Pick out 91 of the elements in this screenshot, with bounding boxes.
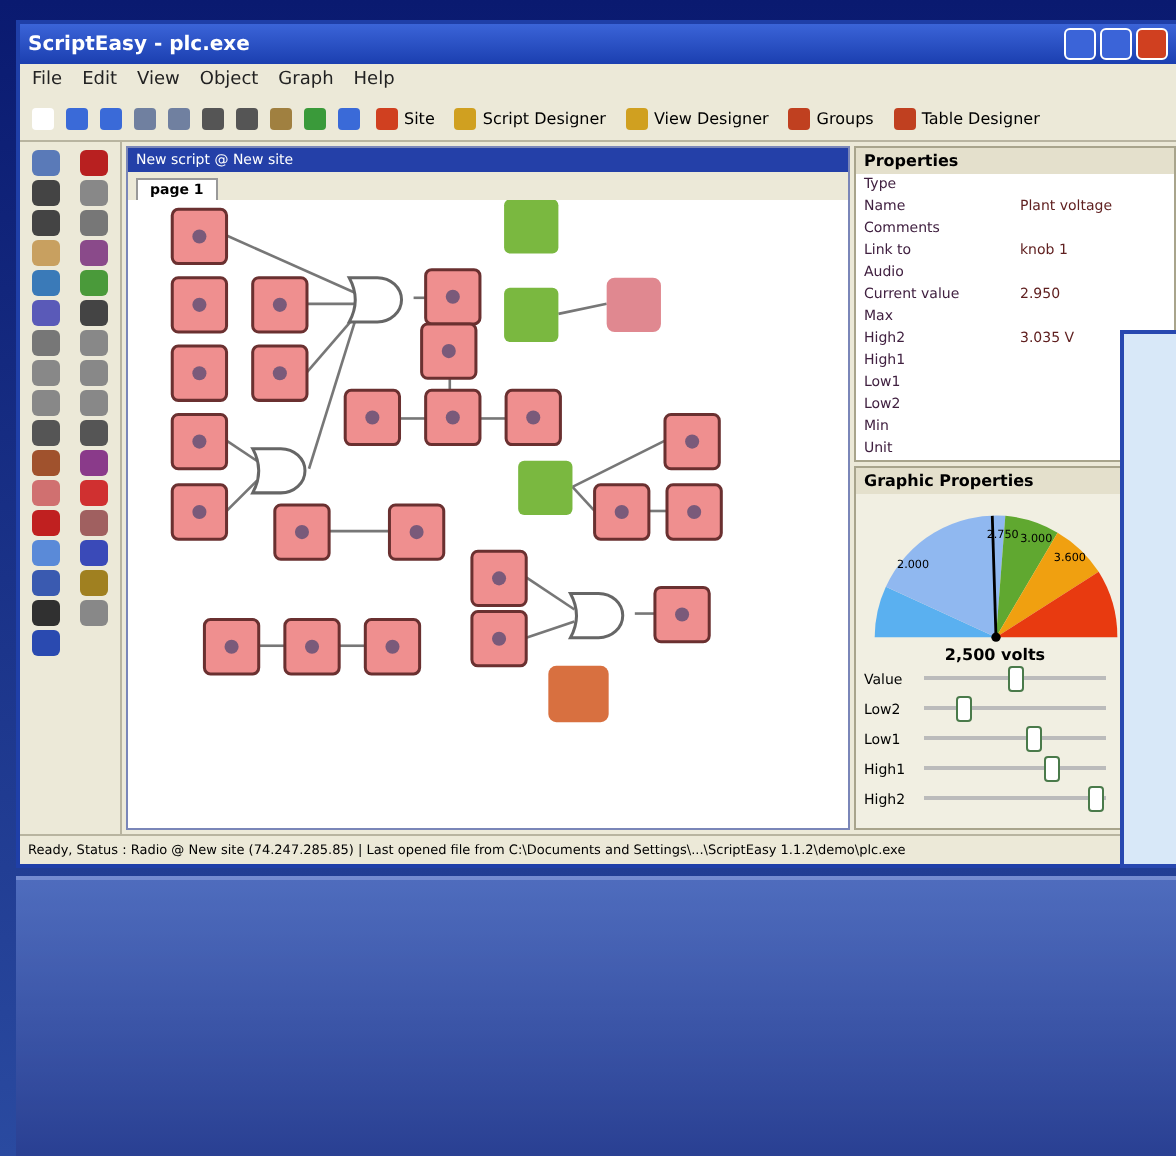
function-block[interactable] xyxy=(170,207,229,266)
connector-line xyxy=(648,509,667,513)
connector-line xyxy=(225,479,258,512)
function-block[interactable] xyxy=(470,549,528,607)
function-block[interactable] xyxy=(202,618,261,676)
function-block[interactable] xyxy=(424,388,482,447)
tool-icon[interactable] xyxy=(32,450,60,476)
panel-title: Properties xyxy=(856,148,1174,174)
maximize-icon[interactable] xyxy=(1100,28,1132,60)
function-block[interactable] xyxy=(665,483,723,541)
tool-icon[interactable] xyxy=(32,600,60,626)
tool-icon[interactable] xyxy=(80,450,108,476)
function-block[interactable] xyxy=(663,412,721,471)
tool-icon[interactable] xyxy=(32,570,60,596)
connector-line xyxy=(225,439,258,462)
menu-item[interactable]: Edit xyxy=(82,70,117,90)
function-block[interactable] xyxy=(170,344,229,402)
toolbar-button[interactable]: Groups xyxy=(784,105,878,131)
toolbar-icon[interactable] xyxy=(134,107,156,129)
menu-item[interactable]: Object xyxy=(199,70,259,90)
function-block[interactable] xyxy=(470,610,528,668)
tool-icon[interactable] xyxy=(80,150,108,176)
function-block[interactable] xyxy=(387,503,446,561)
toolbar-button[interactable]: Script Designer xyxy=(450,105,610,131)
connector-line xyxy=(339,644,366,648)
toolbar-button[interactable]: Site xyxy=(372,105,439,131)
tool-icon[interactable] xyxy=(80,300,108,326)
function-block[interactable] xyxy=(420,322,478,380)
tool-icon[interactable] xyxy=(32,420,60,446)
tool-icon[interactable] xyxy=(32,180,60,206)
slider-thumb[interactable] xyxy=(1088,786,1105,812)
tool-icon[interactable] xyxy=(32,630,60,656)
slider-thumb[interactable] xyxy=(1043,756,1060,782)
connector-line xyxy=(525,620,575,639)
menu-item[interactable]: Graph xyxy=(278,70,334,90)
connector-line xyxy=(558,302,607,316)
toolbar-icon[interactable] xyxy=(202,107,224,129)
connector-line xyxy=(479,417,507,420)
toolbar-button[interactable]: Table Designer xyxy=(889,105,1044,131)
function-block[interactable] xyxy=(593,483,651,541)
logic-gate[interactable] xyxy=(568,591,625,640)
function-block[interactable] xyxy=(653,585,711,644)
function-block[interactable] xyxy=(363,618,422,676)
window-title: ScriptEasy - plc.exe xyxy=(28,33,250,55)
minimize-icon[interactable] xyxy=(1064,28,1096,60)
function-block[interactable] xyxy=(273,503,331,561)
connector-line xyxy=(329,529,390,533)
tool-icon[interactable] xyxy=(32,210,60,236)
toolbar-icon[interactable] xyxy=(304,107,326,129)
input-block[interactable] xyxy=(504,287,559,343)
gauge-reading: 2,500 volts xyxy=(942,646,1048,664)
function-block[interactable] xyxy=(343,388,401,447)
toolbar-icon[interactable] xyxy=(236,107,258,129)
function-block[interactable] xyxy=(251,344,309,402)
menu-item[interactable]: Help xyxy=(353,70,395,90)
connector-line xyxy=(525,576,576,611)
input-block[interactable] xyxy=(518,460,573,515)
toolbar-button[interactable]: View Designer xyxy=(621,105,773,131)
connector-line xyxy=(399,417,426,420)
slider-thumb[interactable] xyxy=(1007,666,1023,692)
tool-icon[interactable] xyxy=(80,240,108,266)
toolbar-icon[interactable] xyxy=(338,107,360,129)
connector-line xyxy=(226,234,358,295)
function-block[interactable] xyxy=(170,483,229,541)
connector-line xyxy=(258,644,285,648)
slider-thumb[interactable] xyxy=(956,696,973,722)
tool-icon[interactable] xyxy=(32,300,60,326)
display-block[interactable] xyxy=(548,665,609,723)
function-block[interactable] xyxy=(251,276,309,334)
function-block[interactable] xyxy=(170,412,229,471)
slider-thumb[interactable] xyxy=(1025,726,1042,752)
toolbar-icon[interactable] xyxy=(168,107,190,129)
tool-icon[interactable] xyxy=(80,540,108,566)
toolbar-icon[interactable] xyxy=(66,107,88,129)
function-block[interactable] xyxy=(504,388,562,447)
menu-item[interactable]: File xyxy=(32,70,63,90)
function-block[interactable] xyxy=(424,268,482,326)
close-icon[interactable] xyxy=(1136,28,1168,60)
toolbar-icon[interactable] xyxy=(270,107,292,129)
toolbar-icon[interactable] xyxy=(100,107,122,129)
logic-gate[interactable] xyxy=(347,276,403,324)
input-block[interactable] xyxy=(504,200,559,254)
connector-line xyxy=(634,612,655,615)
menu-item[interactable]: View xyxy=(137,70,180,90)
connector-line xyxy=(413,296,426,300)
logic-gate[interactable] xyxy=(251,447,307,495)
function-block[interactable] xyxy=(283,618,341,676)
tool-icon[interactable] xyxy=(80,420,108,446)
connector-line xyxy=(307,302,358,306)
tool-icon[interactable] xyxy=(32,510,60,536)
function-block[interactable] xyxy=(170,276,229,334)
